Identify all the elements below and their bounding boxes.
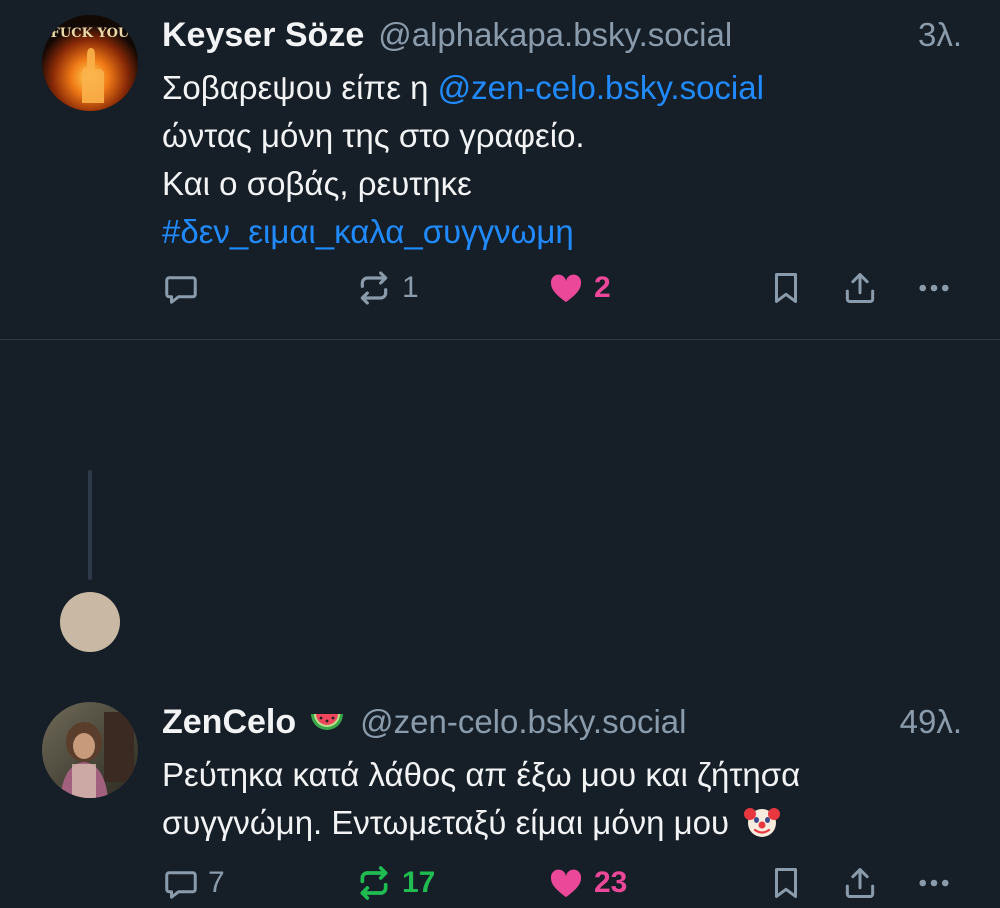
repost-button[interactable]: 1 [354,263,419,313]
text-line: Σοβαρεψου είπε η @zen-celo.bsky.social [162,64,960,112]
post-time[interactable]: 49λ. [900,703,962,741]
author-handle[interactable]: @zen-celo.bsky.social [360,703,686,741]
more-icon [919,879,949,887]
next-post-avatar[interactable] [60,592,120,652]
reply-icon [165,276,197,304]
text-line: Και ο σοβάς, ρευτηκε [162,165,472,202]
watermelon-emoji [311,714,344,730]
share-icon [845,273,875,303]
like-button[interactable]: 23 [546,858,627,908]
repost-icon [360,866,388,900]
reply-button[interactable]: 7 [162,858,225,908]
post[interactable]: ZenCelo @zen-celo.bsky.social 49λ. Ρεύτη… [0,340,1000,900]
repost-icon [360,271,388,305]
post-header: ZenCelo @zen-celo.bsky.social 49λ. [162,699,962,745]
bookmark-icon [774,273,798,303]
reply-icon [165,871,197,899]
post-actions: 1 2 [0,263,1000,313]
avatar[interactable]: FUCK YOU [42,15,138,111]
bookmark-button[interactable] [767,263,805,313]
post-header: Keyser Söze @alphakapa.bsky.social 3λ. [162,12,962,58]
reply-count: 7 [208,866,225,899]
share-icon [845,868,875,898]
heart-icon [550,869,582,898]
post-text: Ρεύτηκα κατά λάθος απ έξω μου και ζήτησα… [162,751,960,847]
clown-emoji [744,808,781,837]
post-text: Σοβαρεψου είπε η @zen-celo.bsky.social ώ… [162,64,960,256]
avatar-image: FUCK YOU [42,15,138,111]
post-time[interactable]: 3λ. [918,16,962,54]
text-line: συγγνώμη. Εντωμεταξύ είμαι μόνη μου [162,799,960,847]
text-segment: Σοβαρεψου είπε η [162,69,438,106]
more-button[interactable] [916,858,952,908]
share-button[interactable] [841,858,879,908]
svg-text:FUCK YOU: FUCK YOU [51,26,130,41]
text-line: ώντας μόνη της στο γραφείο. [162,117,585,154]
text-line: Ρεύτηκα κατά λάθος απ έξω μου και ζήτησα [162,756,801,793]
mention-link[interactable]: @zen-celo.bsky.social [438,69,764,106]
avatar-image [42,702,138,798]
repost-button[interactable]: 17 [354,858,435,908]
thread-line [88,470,92,580]
like-button[interactable]: 2 [546,263,611,313]
repost-count: 1 [402,271,419,304]
more-button[interactable] [916,263,952,313]
author-name[interactable]: Keyser Söze [162,16,364,55]
like-count: 2 [594,271,611,304]
text-segment: συγγνώμη. Εντωμεταξύ είμαι μόνη μου [162,804,730,841]
bookmark-icon [774,868,798,898]
author-name[interactable]: ZenCelo [162,703,296,742]
reply-button[interactable] [162,263,208,313]
post[interactable]: FUCK YOU Keyser Söze @alphakapa.bsky.soc… [0,0,1000,340]
hashtag-link[interactable]: #δεν_ειμαι_καλα_συγγνωμη [162,213,574,250]
repost-count: 17 [402,866,436,899]
like-count: 23 [594,866,628,899]
post-actions: 7 17 23 [0,858,1000,908]
bookmark-button[interactable] [767,858,805,908]
more-icon [919,284,949,292]
heart-icon [550,274,582,303]
share-button[interactable] [841,263,879,313]
author-handle[interactable]: @alphakapa.bsky.social [378,16,732,54]
avatar[interactable] [42,702,138,798]
